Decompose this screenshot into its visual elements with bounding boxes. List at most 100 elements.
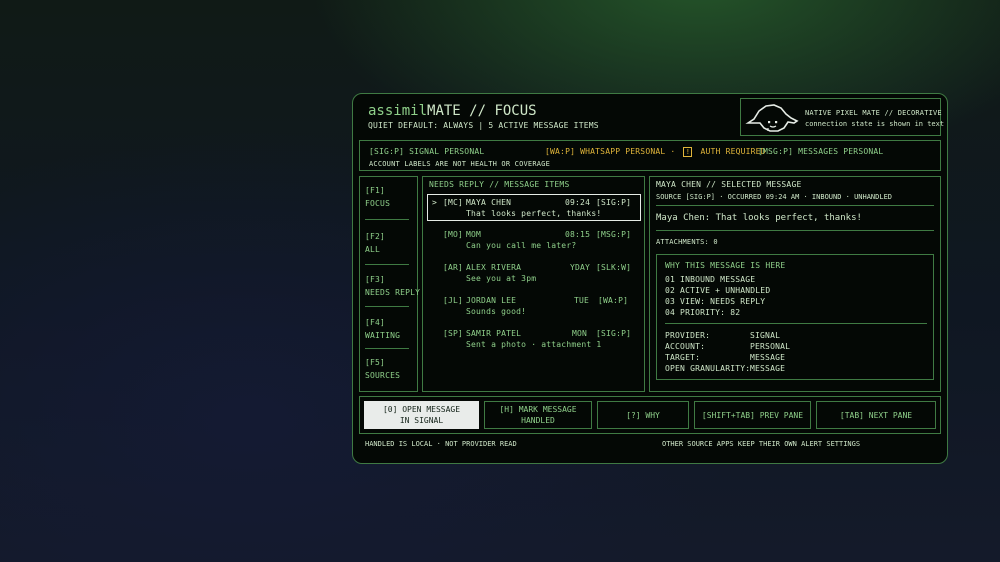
nav-divider: [365, 219, 409, 220]
field-value: PERSONAL: [750, 342, 791, 351]
nav-key: [F4]: [365, 318, 386, 327]
message-preview: Sent a photo · attachment 1: [466, 340, 602, 349]
message-time: MON: [572, 329, 588, 338]
app-title: assimilMATE // FOCUS: [368, 103, 537, 120]
mascot-panel: NATIVE PIXEL MATE // DECORATIVE connecti…: [740, 98, 945, 136]
nav-item-waiting[interactable]: [F4] WAITING: [365, 318, 400, 341]
nav-divider: [365, 348, 409, 349]
nav-key: [F5]: [365, 358, 386, 367]
account-messages: [MSG:P] MESSAGES PERSONAL: [758, 147, 884, 156]
mascot-title: NATIVE PIXEL MATE // DECORATIVE: [805, 109, 942, 117]
contact-initials: [SP]: [443, 329, 464, 338]
detail-message-body: Maya Chen: That looks perfect, thanks!: [656, 213, 862, 223]
next-pane-button[interactable]: [TAB] NEXT PANE: [816, 401, 936, 429]
message-row[interactable]: [AR] ALEX RIVERA YDAY [SLK:W] See you at…: [432, 263, 632, 285]
mark-handled-label: [H] MARK MESSAGE: [499, 405, 577, 414]
message-time: YDAY: [570, 263, 591, 272]
brand-suffix: MATE // FOCUS: [427, 103, 537, 119]
nav-label: FOCUS: [365, 199, 391, 208]
message-source: [SIG:P]: [596, 198, 632, 207]
why-title: WHY THIS MESSAGE IS HERE: [665, 261, 786, 270]
nav-key: [F2]: [365, 232, 386, 241]
nav-item-sources[interactable]: [F5] SOURCES: [365, 358, 400, 381]
message-source: [WA:P]: [598, 296, 629, 305]
mark-handled-label-2: HANDLED: [521, 416, 555, 425]
why-button[interactable]: [?] WHY: [597, 401, 689, 429]
auth-required-badge[interactable]: AUTH REQUIRED: [701, 147, 766, 156]
header-subtitle: QUIET DEFAULT: ALWAYS | 5 ACTIVE MESSAGE…: [368, 121, 599, 130]
contact-name: MAYA CHEN: [466, 198, 512, 207]
account-signal: [SIG:P] SIGNAL PERSONAL: [369, 147, 485, 156]
field-value: MESSAGE: [750, 364, 786, 373]
message-source: [MSG:P]: [596, 230, 632, 239]
nav-label: ALL: [365, 245, 381, 254]
detail-divider: [656, 205, 934, 206]
next-pane-label: [TAB] NEXT PANE: [839, 410, 913, 420]
selection-cursor: >: [432, 198, 438, 207]
pixel-mate-icon: [745, 104, 799, 132]
why-reason: 03 VIEW: NEEDS REPLY: [665, 297, 766, 306]
message-preview: See you at 3pm: [466, 274, 537, 283]
nav-item-focus[interactable]: [F1] FOCUS: [365, 186, 390, 209]
contact-initials: [MC]: [443, 198, 464, 207]
mark-handled-button[interactable]: [H] MARK MESSAGE HANDLED: [484, 401, 592, 429]
nav-key: [F3]: [365, 275, 386, 284]
account-whatsapp-label: [WA:P] WHATSAPP PERSONAL ·: [545, 147, 676, 156]
why-reason: 02 ACTIVE + UNHANDLED: [665, 286, 771, 295]
message-preview: Can you call me later?: [466, 241, 577, 250]
field-key: OPEN GRANULARITY:: [665, 364, 751, 373]
field-key: ACCOUNT:: [665, 342, 706, 351]
why-label: [?] WHY: [626, 410, 660, 420]
field-key: TARGET:: [665, 353, 701, 362]
why-reason: 04 PRIORITY: 82: [665, 308, 741, 317]
contact-name: JORDAN LEE: [466, 296, 517, 305]
detail-meta: SOURCE [SIG:P] · OCCURRED 09:24 AM · INB…: [656, 193, 893, 201]
mascot-caption: connection state is shown in text: [805, 120, 945, 128]
message-time: TUE: [574, 296, 590, 305]
nav-divider: [365, 264, 409, 265]
message-row[interactable]: > [MC] MAYA CHEN 09:24 [SIG:P] That look…: [432, 198, 632, 220]
open-message-button[interactable]: [0] OPEN MESSAGE IN SIGNAL: [364, 401, 479, 429]
nav-item-needs-reply[interactable]: [F3] NEEDS REPLY: [365, 275, 420, 298]
warning-icon: !: [683, 147, 693, 157]
message-row[interactable]: [JL] JORDAN LEE TUE [WA:P] Sounds good!: [432, 296, 632, 318]
contact-initials: [JL]: [443, 296, 464, 305]
nav-label: WAITING: [365, 331, 401, 340]
open-message-label: [0] OPEN MESSAGE: [382, 405, 461, 414]
detail-divider: [656, 230, 934, 231]
contact-initials: [AR]: [443, 263, 464, 272]
footer-right-note: OTHER SOURCE APPS KEEP THEIR OWN ALERT S…: [662, 440, 861, 448]
message-preview: Sounds good!: [466, 307, 527, 316]
message-list-title: NEEDS REPLY // MESSAGE ITEMS: [429, 180, 570, 189]
contact-name: MOM: [466, 230, 482, 239]
why-divider: [665, 323, 927, 324]
prev-pane-label: [SHIFT+TAB] PREV PANE: [701, 410, 804, 420]
field-value: SIGNAL: [750, 331, 781, 340]
message-row[interactable]: [MO] MOM 08:15 [MSG:P] Can you call me l…: [432, 230, 632, 252]
message-time: 09:24: [565, 198, 591, 207]
open-message-label-2: IN SIGNAL: [399, 416, 444, 425]
field-value: MESSAGE: [750, 353, 786, 362]
nav-key: [F1]: [365, 186, 386, 195]
account-whatsapp: [WA:P] WHATSAPP PERSONAL · ! AUTH REQUIR…: [545, 147, 766, 157]
message-time: 08:15: [565, 230, 591, 239]
nav-divider: [365, 306, 409, 307]
field-key: PROVIDER:: [665, 331, 711, 340]
nav-label: NEEDS REPLY: [365, 288, 421, 297]
prev-pane-button[interactable]: [SHIFT+TAB] PREV PANE: [694, 401, 811, 429]
contact-name: ALEX RIVERA: [466, 263, 522, 272]
message-source: [SLK:W]: [596, 263, 632, 272]
footer-left-note: HANDLED IS LOCAL · NOT PROVIDER READ: [365, 440, 517, 448]
contact-initials: [MO]: [443, 230, 464, 239]
brand-prefix: assimil: [368, 103, 428, 119]
contact-name: SAMIR PATEL: [466, 329, 522, 338]
why-reason: 01 INBOUND MESSAGE: [665, 275, 756, 284]
attachments-count: ATTACHMENTS: 0: [656, 238, 718, 246]
nav-label: SOURCES: [365, 371, 401, 380]
detail-title: MAYA CHEN // SELECTED MESSAGE: [656, 180, 802, 189]
nav-item-all[interactable]: [F2] ALL: [365, 232, 385, 255]
account-note: ACCOUNT LABELS ARE NOT HEALTH OR COVERAG…: [369, 160, 550, 168]
message-source: [SIG:P]: [596, 329, 632, 338]
message-preview: That looks perfect, thanks!: [466, 209, 602, 218]
message-row[interactable]: [SP] SAMIR PATEL MON [SIG:P] Sent a phot…: [432, 329, 632, 351]
